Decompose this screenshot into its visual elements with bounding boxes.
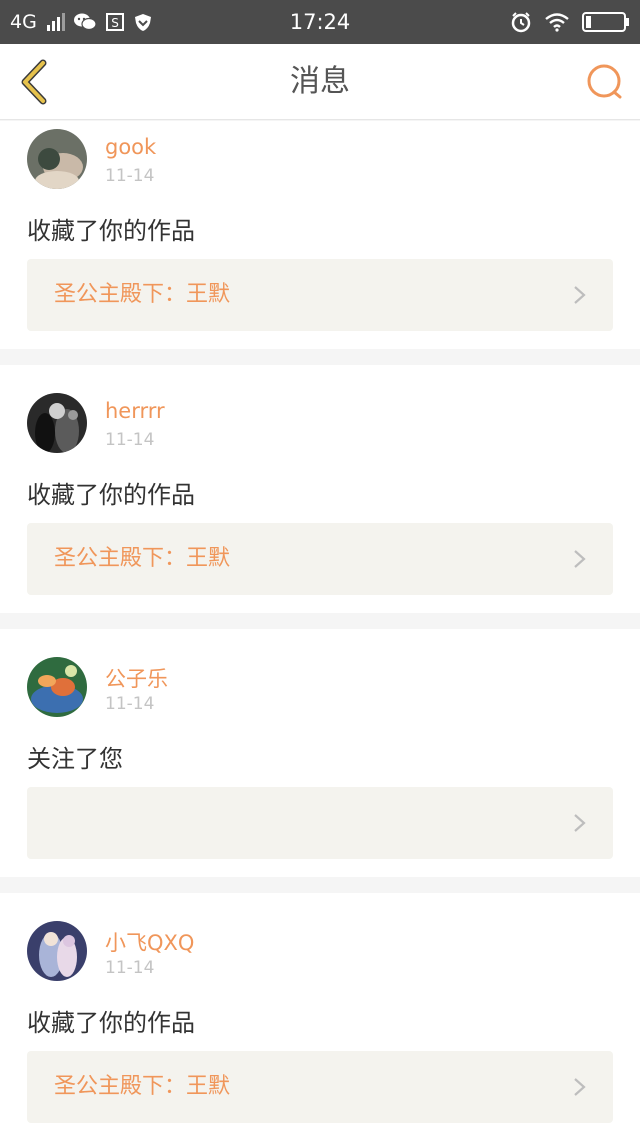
chevron-right-icon — [574, 814, 586, 832]
chevron-right-icon — [574, 550, 586, 568]
page-title: 消息 — [290, 64, 350, 99]
message-action: 收藏了你的作品 — [27, 481, 195, 509]
work-link[interactable]: 圣公主殿下：王默 — [27, 1051, 613, 1123]
work-link[interactable] — [27, 787, 613, 859]
message-date: 11-14 — [105, 694, 155, 714]
avatar[interactable] — [27, 393, 87, 453]
work-link[interactable]: 圣公主殿下：王默 — [27, 523, 613, 595]
work-title: 圣公主殿下：王默 — [54, 546, 231, 571]
message-date: 11-14 — [105, 958, 155, 978]
username[interactable]: 小飞QXQ — [105, 927, 194, 957]
avatar[interactable] — [27, 657, 87, 717]
work-title: 圣公主殿下：王默 — [54, 1074, 231, 1099]
message-action: 收藏了你的作品 — [27, 1009, 195, 1037]
chevron-right-icon — [574, 286, 586, 304]
battery-icon — [582, 11, 630, 33]
message-card: 小飞QXQ 11-14 收藏了你的作品 圣公主殿下：王默 — [0, 893, 640, 1138]
status-bar: 4G S 17:24 — [0, 0, 640, 44]
message-card: 公子乐 11-14 关注了您 — [0, 629, 640, 877]
message-action: 关注了您 — [27, 745, 123, 773]
message-card: herrrr 11-14 收藏了你的作品 圣公主殿下：王默 — [0, 365, 640, 613]
username[interactable]: herrrr — [105, 399, 165, 423]
wifi-icon — [544, 12, 570, 32]
search-button[interactable] — [584, 61, 626, 103]
username[interactable]: 公子乐 — [105, 663, 168, 693]
work-title: 圣公主殿下：王默 — [54, 282, 231, 307]
work-link[interactable]: 圣公主殿下：王默 — [27, 259, 613, 331]
message-date: 11-14 — [105, 430, 155, 450]
avatar[interactable] — [27, 129, 87, 189]
username[interactable]: gook — [105, 135, 156, 159]
chevron-right-icon — [574, 1078, 586, 1096]
avatar[interactable] — [27, 921, 87, 981]
message-action: 收藏了你的作品 — [27, 217, 195, 245]
alarm-icon — [510, 11, 532, 33]
search-icon — [587, 64, 622, 99]
nav-bar: 消息 — [0, 44, 640, 120]
status-right — [510, 0, 630, 44]
message-date: 11-14 — [105, 166, 155, 186]
message-card: gook 11-14 收藏了你的作品 圣公主殿下：王默 — [0, 121, 640, 349]
